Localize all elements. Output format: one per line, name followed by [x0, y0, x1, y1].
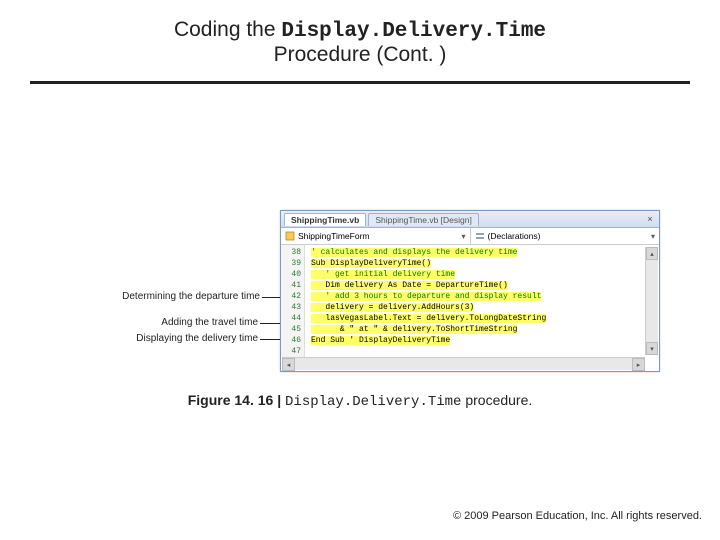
gutter-line: 42	[281, 291, 301, 302]
gutter-line: 40	[281, 269, 301, 280]
code-body: 38 39 40 41 42 43 44 45 46 47 ' calculat…	[281, 245, 659, 358]
scroll-up-icon[interactable]: ▴	[646, 247, 658, 260]
gutter-line: 44	[281, 313, 301, 324]
annotation-display: Displaying the delivery time	[118, 333, 258, 344]
figure-caption: Figure 14. 16 | Display.Delivery.Time pr…	[0, 392, 720, 410]
class-dropdown[interactable]: ShippingTimeForm ▾	[281, 228, 471, 244]
editor-tabbar: ShippingTime.vb ShippingTime.vb [Design]…	[281, 211, 659, 228]
gutter-line: 43	[281, 302, 301, 313]
title-underline	[30, 81, 690, 84]
code-line: delivery = delivery.AddHours(3)	[311, 303, 474, 312]
code-lines[interactable]: ' calculates and displays the delivery t…	[305, 245, 659, 358]
code-editor-window: ShippingTime.vb ShippingTime.vb [Design]…	[280, 210, 660, 372]
gutter-line: 45	[281, 324, 301, 335]
code-line: Dim delivery As Date = DepartureTime()	[311, 281, 508, 290]
member-dropdown-label: (Declarations)	[488, 231, 541, 241]
class-dropdown-label: ShippingTimeForm	[298, 231, 370, 241]
gutter-line: 46	[281, 335, 301, 346]
title-prefix: Coding the	[174, 18, 281, 41]
declarations-icon	[475, 231, 485, 241]
code-line: ' calculates and displays the delivery t…	[311, 248, 517, 257]
class-icon	[285, 231, 295, 241]
close-icon[interactable]: ×	[644, 213, 656, 225]
annotation-travel: Adding the travel time	[128, 317, 258, 328]
figure-number: Figure 14. 16	[188, 392, 274, 408]
chevron-down-icon: ▾	[651, 232, 655, 241]
code-line: & " at " & delivery.ToShortTimeString	[311, 325, 517, 334]
horizontal-scrollbar[interactable]: ◂ ▸	[282, 357, 645, 370]
code-line: ' add 3 hours to departure and display r…	[311, 292, 541, 301]
title-line-1: Coding the Display.Delivery.Time	[0, 18, 720, 43]
annotation-departure: Determining the departure time	[90, 291, 260, 302]
slide: Coding the Display.Delivery.Time Procedu…	[0, 0, 720, 540]
scroll-right-icon[interactable]: ▸	[632, 358, 645, 371]
code-line: ' get initial delivery time	[311, 270, 455, 279]
figure-suffix: procedure.	[461, 392, 532, 408]
tab-inactive[interactable]: ShippingTime.vb [Design]	[368, 213, 479, 226]
chevron-down-icon: ▾	[461, 232, 465, 241]
title-area: Coding the Display.Delivery.Time Procedu…	[0, 0, 720, 75]
vertical-scrollbar[interactable]: ▴ ▾	[645, 247, 658, 355]
title-code: Display.Delivery.Time	[281, 20, 546, 43]
gutter-line: 38	[281, 247, 301, 258]
line-gutter: 38 39 40 41 42 43 44 45 46 47	[281, 245, 305, 358]
tab-active[interactable]: ShippingTime.vb	[284, 213, 366, 226]
member-dropdown[interactable]: (Declarations) ▾	[471, 228, 660, 244]
code-line: End Sub ' DisplayDeliveryTime	[311, 336, 450, 345]
figure-sep: |	[273, 392, 285, 408]
gutter-line: 41	[281, 280, 301, 291]
scroll-left-icon[interactable]: ◂	[282, 358, 295, 371]
scroll-down-icon[interactable]: ▾	[646, 342, 658, 355]
gutter-line: 47	[281, 346, 301, 357]
figure-code: Display.Delivery.Time	[285, 394, 461, 410]
editor-dropdown-bar: ShippingTimeForm ▾ (Declarations) ▾	[281, 228, 659, 245]
code-line: lasVegasLabel.Text = delivery.ToLongDate…	[311, 314, 546, 323]
title-line-2: Procedure (Cont. )	[0, 43, 720, 67]
code-line: Sub DisplayDeliveryTime()	[311, 259, 431, 268]
copyright-footer: © 2009 Pearson Education, Inc. All right…	[453, 510, 702, 522]
gutter-line: 39	[281, 258, 301, 269]
